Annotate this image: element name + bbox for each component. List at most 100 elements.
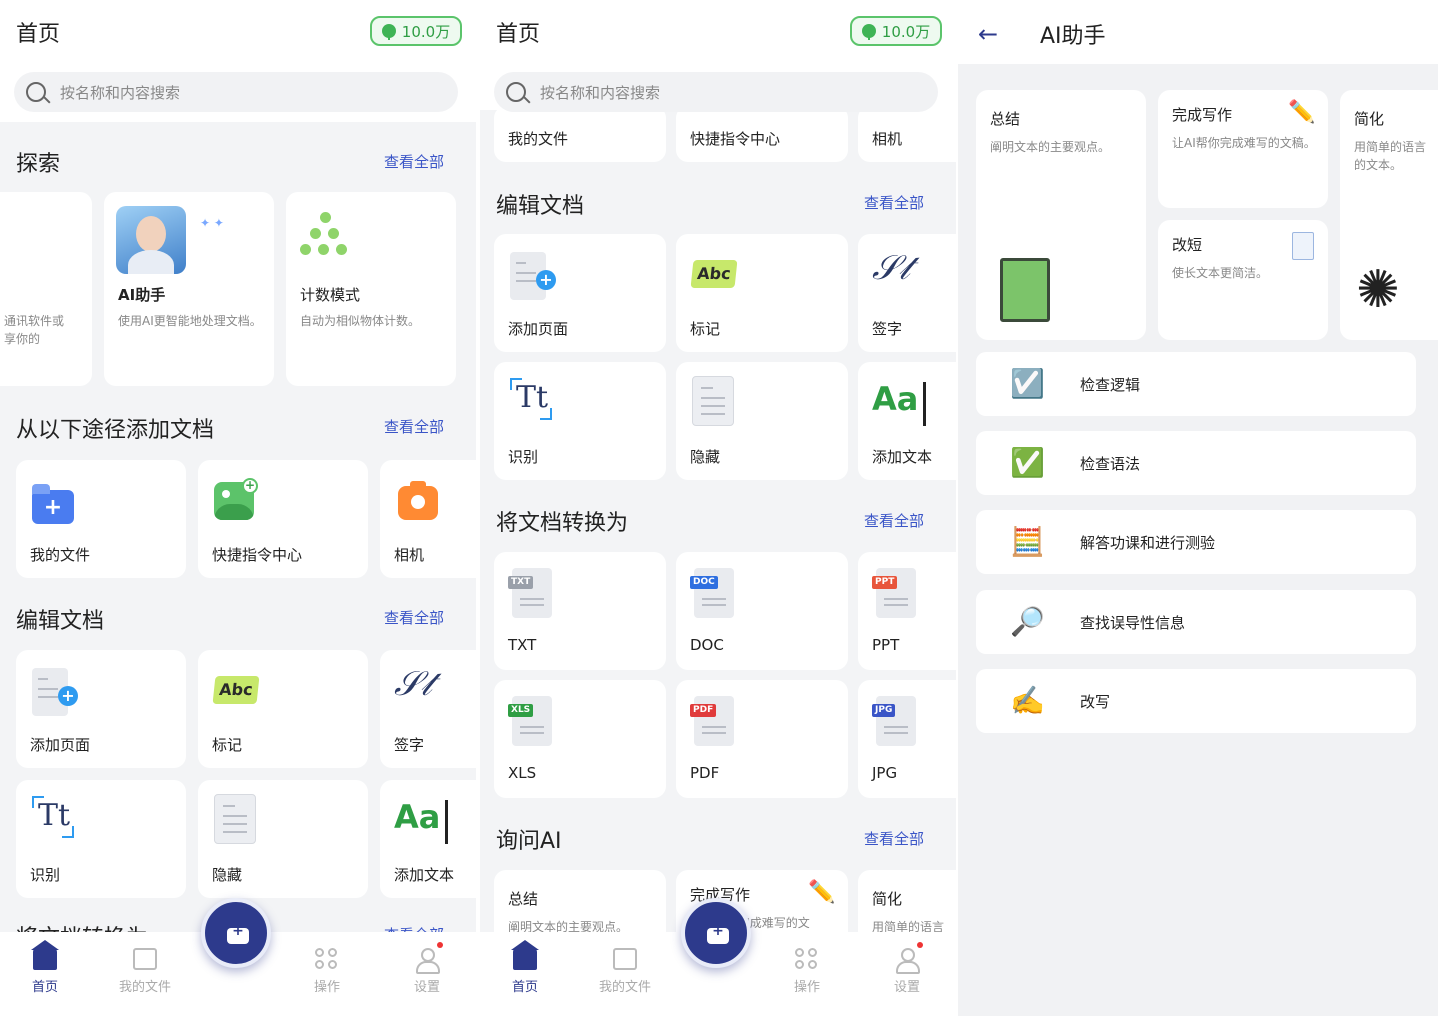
add-page-card[interactable]: + 添加页面 bbox=[494, 234, 666, 352]
card-label: TXT bbox=[508, 636, 537, 654]
nav-label: 设置 bbox=[893, 980, 920, 995]
signature-card[interactable]: 𝒮𝓉 签字 bbox=[380, 650, 476, 768]
tree-icon bbox=[861, 24, 876, 40]
add-docs-title: 从以下途径添加文档 bbox=[16, 418, 215, 443]
home-screen-1: 首页 10.0万 按名称和内容搜索 探索 查看全部 通讯软件或 享你的 ✦ ✦ … bbox=[0, 0, 476, 1016]
checkbox-icon: ☑️ bbox=[1010, 367, 1045, 400]
counting-dots-icon bbox=[300, 212, 350, 260]
add-text-card[interactable]: Aa 添加文本 bbox=[858, 362, 956, 480]
nav-settings[interactable]: 设置 bbox=[872, 942, 942, 995]
ai-item-misinformation[interactable]: 🔎 查找误导性信息 bbox=[976, 590, 1416, 654]
ai-summary-card[interactable]: 总结 阐明文本的主要观点。 bbox=[976, 90, 1146, 340]
add-page-card[interactable]: + 添加页面 bbox=[16, 650, 186, 768]
ai-item-check-grammar[interactable]: ✅ 检查语法 bbox=[976, 431, 1416, 495]
folder-icon bbox=[133, 948, 157, 970]
camera-card[interactable]: 相机 bbox=[380, 460, 476, 578]
user-icon bbox=[415, 942, 443, 974]
ai-shorten-card[interactable]: 改短 使长文本更简洁。 bbox=[1158, 220, 1328, 340]
camera-card[interactable]: 相机 bbox=[858, 106, 956, 162]
notification-dot bbox=[917, 942, 923, 948]
back-arrow-icon[interactable]: ← bbox=[978, 20, 998, 48]
my-files-card[interactable]: 我的文件 bbox=[494, 106, 666, 162]
convert-doc-card[interactable]: DOC DOC bbox=[676, 552, 848, 670]
ocr-card[interactable]: Tt 识别 bbox=[494, 362, 666, 480]
nav-actions[interactable]: 操作 bbox=[292, 948, 362, 995]
card-label: 识别 bbox=[30, 866, 61, 884]
my-files-card[interactable]: + 我的文件 bbox=[16, 460, 186, 578]
redact-card[interactable]: 隐藏 bbox=[676, 362, 848, 480]
ask-ai-see-all-link[interactable]: 查看全部 bbox=[864, 828, 924, 849]
page-title: AI助手 bbox=[1040, 24, 1106, 49]
ai-item-rewrite[interactable]: ✍️ 改写 bbox=[976, 669, 1416, 733]
convert-pdf-card[interactable]: PDF PDF bbox=[676, 680, 848, 798]
add-text-card[interactable]: Aa 添加文本 bbox=[380, 780, 476, 898]
convert-ppt-card[interactable]: PPT PPT bbox=[858, 552, 956, 670]
edit-docs-see-all-link[interactable]: 查看全部 bbox=[384, 607, 444, 628]
nav-home[interactable]: 首页 bbox=[10, 940, 80, 995]
ai-complete-writing-card[interactable]: 完成写作 ✏️ 让AI帮你完成难写的文稿。 bbox=[1158, 90, 1328, 208]
nav-label: 操作 bbox=[313, 980, 340, 995]
ai-item-homework[interactable]: 🧮 解答功课和进行测验 bbox=[976, 510, 1416, 574]
card-label: 添加页面 bbox=[30, 736, 91, 754]
coin-balance-badge[interactable]: 10.0万 bbox=[370, 16, 462, 46]
nav-my-files[interactable]: 我的文件 bbox=[590, 948, 660, 995]
doc-file-icon: DOC bbox=[690, 568, 734, 618]
document-icon bbox=[1292, 232, 1314, 260]
card-label: 相机 bbox=[394, 546, 425, 564]
header: 首页 10.0万 按名称和内容搜索 bbox=[0, 0, 476, 122]
card-label: XLS bbox=[508, 764, 537, 782]
convert-see-all-link[interactable]: 查看全部 bbox=[864, 510, 924, 531]
ocr-card[interactable]: Tt 识别 bbox=[16, 780, 186, 898]
nav-label: 我的文件 bbox=[118, 980, 171, 995]
explore-card-ai-assistant[interactable]: ✦ ✦ AI助手 使用AI更智能地处理文档。 bbox=[104, 192, 274, 386]
explore-card-partial[interactable]: 通讯软件或 享你的 bbox=[0, 192, 92, 386]
grid-icon bbox=[315, 948, 339, 970]
writing-hand-icon: ✍️ bbox=[1010, 684, 1045, 717]
coin-balance-badge[interactable]: 10.0万 bbox=[850, 16, 942, 46]
convert-txt-card[interactable]: TXT TXT bbox=[494, 552, 666, 670]
card-desc: 用简单的语言 的文本。 bbox=[1354, 140, 1427, 172]
signature-card[interactable]: 𝒮𝓉 签字 bbox=[858, 234, 956, 352]
shortcut-center-card[interactable]: 快捷指令中心 bbox=[676, 106, 848, 162]
notification-dot bbox=[437, 942, 443, 948]
ai-item-check-logic[interactable]: ☑️ 检查逻辑 bbox=[976, 352, 1416, 416]
scan-camera-fab[interactable] bbox=[201, 898, 271, 968]
card-desc: 自动为相似物体计数。 bbox=[300, 314, 421, 328]
scan-camera-fab[interactable] bbox=[681, 898, 751, 968]
ai-simplify-card[interactable]: 简化 用简单的语言 的文本。 ✺ bbox=[1340, 90, 1438, 340]
tree-icon bbox=[381, 24, 396, 40]
card-label: JPG bbox=[872, 764, 898, 782]
convert-jpg-card[interactable]: JPG JPG bbox=[858, 680, 956, 798]
search-placeholder: 按名称和内容搜索 bbox=[540, 83, 661, 102]
explore-card-counting-mode[interactable]: 计数模式 自动为相似物体计数。 bbox=[286, 192, 456, 386]
nav-my-files[interactable]: 我的文件 bbox=[110, 948, 180, 995]
card-label: 隐藏 bbox=[212, 866, 243, 884]
pdf-file-icon: PDF bbox=[690, 696, 734, 746]
explore-see-all-link[interactable]: 查看全部 bbox=[384, 151, 444, 172]
xls-file-icon: XLS bbox=[508, 696, 552, 746]
card-desc: 使长文本更简洁。 bbox=[1172, 266, 1269, 280]
search-bar[interactable]: 按名称和内容搜索 bbox=[14, 72, 458, 112]
header: ← AI助手 bbox=[958, 0, 1438, 64]
coin-count: 10.0万 bbox=[881, 22, 931, 41]
card-label: 快捷指令中心 bbox=[212, 546, 303, 564]
shortcut-center-card[interactable]: + 快捷指令中心 bbox=[198, 460, 368, 578]
ai-avatar-image bbox=[116, 206, 186, 274]
book-icon bbox=[1000, 258, 1050, 322]
convert-xls-card[interactable]: XLS XLS bbox=[494, 680, 666, 798]
ai-assistant-screen: ← AI助手 总结 阐明文本的主要观点。 完成写作 ✏️ 让AI帮你完成难写的文… bbox=[958, 0, 1438, 1016]
edit-docs-see-all-link[interactable]: 查看全部 bbox=[864, 192, 924, 213]
card-title: 改短 bbox=[1172, 236, 1203, 254]
markup-card[interactable]: Abc 标记 bbox=[676, 234, 848, 352]
card-label: 签字 bbox=[872, 320, 903, 338]
markup-card[interactable]: Abc 标记 bbox=[198, 650, 368, 768]
nav-settings[interactable]: 设置 bbox=[392, 942, 462, 995]
search-bar[interactable]: 按名称和内容搜索 bbox=[494, 72, 938, 112]
nav-home[interactable]: 首页 bbox=[490, 940, 560, 995]
redact-card[interactable]: 隐藏 bbox=[198, 780, 368, 898]
add-page-icon: + bbox=[510, 252, 556, 300]
add-docs-see-all-link[interactable]: 查看全部 bbox=[384, 416, 444, 437]
signature-icon: 𝒮𝓉 bbox=[394, 664, 432, 704]
nav-actions[interactable]: 操作 bbox=[772, 948, 842, 995]
edit-docs-title: 编辑文档 bbox=[496, 194, 585, 219]
